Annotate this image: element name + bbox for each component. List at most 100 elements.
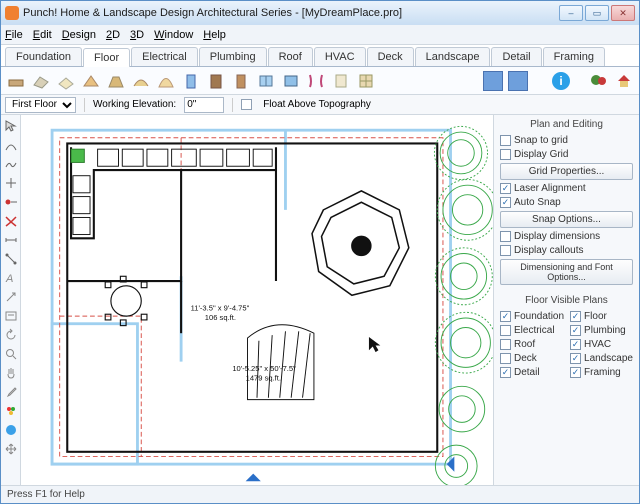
freehand-tool-icon[interactable] (2, 155, 20, 173)
tool-gable-icon[interactable] (105, 70, 127, 92)
title-bar: Punch! Home & Landscape Design Architect… (1, 1, 639, 25)
tab-electrical[interactable]: Electrical (131, 47, 198, 66)
tab-deck[interactable]: Deck (367, 47, 414, 66)
tool-wall-icon[interactable] (5, 70, 27, 92)
pan-tool-icon[interactable] (2, 364, 20, 382)
laser-alignment-checkbox[interactable]: ✓ (500, 183, 511, 194)
app-icon (5, 6, 19, 20)
tool-roof-icon[interactable] (80, 70, 102, 92)
measure-tool-icon[interactable] (2, 231, 20, 249)
landscape-tree-icon[interactable] (588, 70, 610, 92)
minimize-button[interactable]: – (559, 5, 583, 21)
dimensioning-font-button[interactable]: Dimensioning and Font Options... (500, 259, 633, 285)
tool-window2-icon[interactable] (280, 70, 302, 92)
point-tool-icon[interactable] (2, 193, 20, 211)
tool-curtain-icon[interactable] (305, 70, 327, 92)
floor-visible-heading: Floor Visible Plans (500, 295, 633, 306)
select-tool-icon[interactable] (2, 117, 20, 135)
menu-bar: File Edit Design 2D 3D Window Help (1, 25, 639, 45)
window-title: Punch! Home & Landscape Design Architect… (23, 7, 559, 19)
tool-pattern-icon[interactable] (355, 70, 377, 92)
menu-window[interactable]: Window (154, 29, 193, 41)
left-toolbar: A (1, 115, 21, 485)
dimension-tool-icon[interactable] (2, 250, 20, 268)
tool-door2-icon[interactable] (205, 70, 227, 92)
grid-properties-button[interactable]: Grid Properties... (500, 163, 633, 180)
plan-editing-panel: Plan and Editing Snap to grid Display Gr… (493, 115, 639, 485)
fvp-foundation-checkbox[interactable]: ✓ (500, 311, 511, 322)
maximize-button[interactable]: ▭ (585, 5, 609, 21)
room2-dim: 10'-5.25" x 50'-7.5" (232, 364, 296, 373)
status-bar: Press F1 for Help (1, 485, 639, 503)
snap-options-button[interactable]: Snap Options... (500, 211, 633, 228)
menu-3d[interactable]: 3D (130, 29, 144, 41)
view-mode1-button[interactable] (483, 71, 503, 91)
break-tool-icon[interactable] (2, 212, 20, 230)
view-mode2-button[interactable] (508, 71, 528, 91)
menu-2d[interactable]: 2D (106, 29, 120, 41)
fvp-electrical-checkbox[interactable] (500, 325, 511, 336)
float-above-label: Float Above Topography (263, 99, 371, 110)
room1-area: 106 sq.ft. (205, 313, 236, 322)
fvp-deck-checkbox[interactable] (500, 353, 511, 364)
working-elevation-value[interactable]: 0" (184, 97, 224, 113)
display-grid-checkbox[interactable] (500, 149, 511, 160)
fvp-plumbing-checkbox[interactable]: ✓ (570, 325, 581, 336)
tab-hvac[interactable]: HVAC (314, 47, 366, 66)
close-button[interactable]: ✕ (611, 5, 635, 21)
category-tabs: Foundation Floor Electrical Plumbing Roo… (1, 45, 639, 67)
room1-dim: 11'-3.5" x 9'-4.75" (191, 303, 250, 312)
display-callouts-checkbox[interactable] (500, 245, 511, 256)
landscape-house-icon[interactable] (613, 70, 635, 92)
menu-edit[interactable]: Edit (33, 29, 52, 41)
fvp-detail-checkbox[interactable]: ✓ (500, 367, 511, 378)
fvp-floor-checkbox[interactable]: ✓ (570, 311, 581, 322)
auto-snap-checkbox[interactable]: ✓ (500, 197, 511, 208)
tool-slab-icon[interactable] (30, 70, 52, 92)
info-icon[interactable]: i (552, 72, 570, 90)
float-above-checkbox[interactable] (241, 99, 252, 110)
tool-window1-icon[interactable] (255, 70, 277, 92)
tab-framing[interactable]: Framing (543, 47, 605, 66)
material-tool-icon[interactable] (2, 421, 20, 439)
tab-floor[interactable]: Floor (83, 48, 130, 67)
tool-panel-icon[interactable] (330, 70, 352, 92)
tab-plumbing[interactable]: Plumbing (199, 47, 267, 66)
tool-floor-icon[interactable] (55, 70, 77, 92)
tab-foundation[interactable]: Foundation (5, 47, 82, 66)
panel-heading: Plan and Editing (500, 119, 633, 130)
tool-arc-icon[interactable] (155, 70, 177, 92)
line-tool-icon[interactable] (2, 174, 20, 192)
zoom-tool-icon[interactable] (2, 345, 20, 363)
tab-detail[interactable]: Detail (491, 47, 541, 66)
rotate-tool-icon[interactable] (2, 326, 20, 344)
tool-door1-icon[interactable] (180, 70, 202, 92)
arrow-tool-icon[interactable] (2, 288, 20, 306)
fvp-landscape-checkbox[interactable]: ✓ (570, 353, 581, 364)
object-toolbar: i (1, 67, 639, 95)
text-tool-icon[interactable]: A (2, 269, 20, 287)
display-dimensions-checkbox[interactable] (500, 231, 511, 242)
color-tool-icon[interactable] (2, 402, 20, 420)
working-elevation-label: Working Elevation: (93, 99, 176, 110)
eyedropper-tool-icon[interactable] (2, 383, 20, 401)
room2-area: 1479 sq.ft. (246, 374, 281, 383)
snap-to-grid-checkbox[interactable] (500, 135, 511, 146)
move-tool-icon[interactable] (2, 440, 20, 458)
fvp-hvac-checkbox[interactable]: ✓ (570, 339, 581, 350)
fvp-framing-checkbox[interactable]: ✓ (570, 367, 581, 378)
options-bar: First Floor Working Elevation: 0" Float … (1, 95, 639, 115)
floor-selector[interactable]: First Floor (5, 97, 76, 113)
tool-door3-icon[interactable] (230, 70, 252, 92)
tab-landscape[interactable]: Landscape (415, 47, 491, 66)
fvp-roof-checkbox[interactable] (500, 339, 511, 350)
menu-file[interactable]: File (5, 29, 23, 41)
tool-curve-icon[interactable] (130, 70, 152, 92)
status-text: Press F1 for Help (7, 489, 85, 500)
floorplan-canvas[interactable]: 11'-3.5" x 9'-4.75" 106 sq.ft. 10'-5.25"… (21, 115, 493, 485)
menu-design[interactable]: Design (62, 29, 96, 41)
menu-help[interactable]: Help (203, 29, 226, 41)
curve-tool-icon[interactable] (2, 136, 20, 154)
tab-roof[interactable]: Roof (268, 47, 313, 66)
note-tool-icon[interactable] (2, 307, 20, 325)
